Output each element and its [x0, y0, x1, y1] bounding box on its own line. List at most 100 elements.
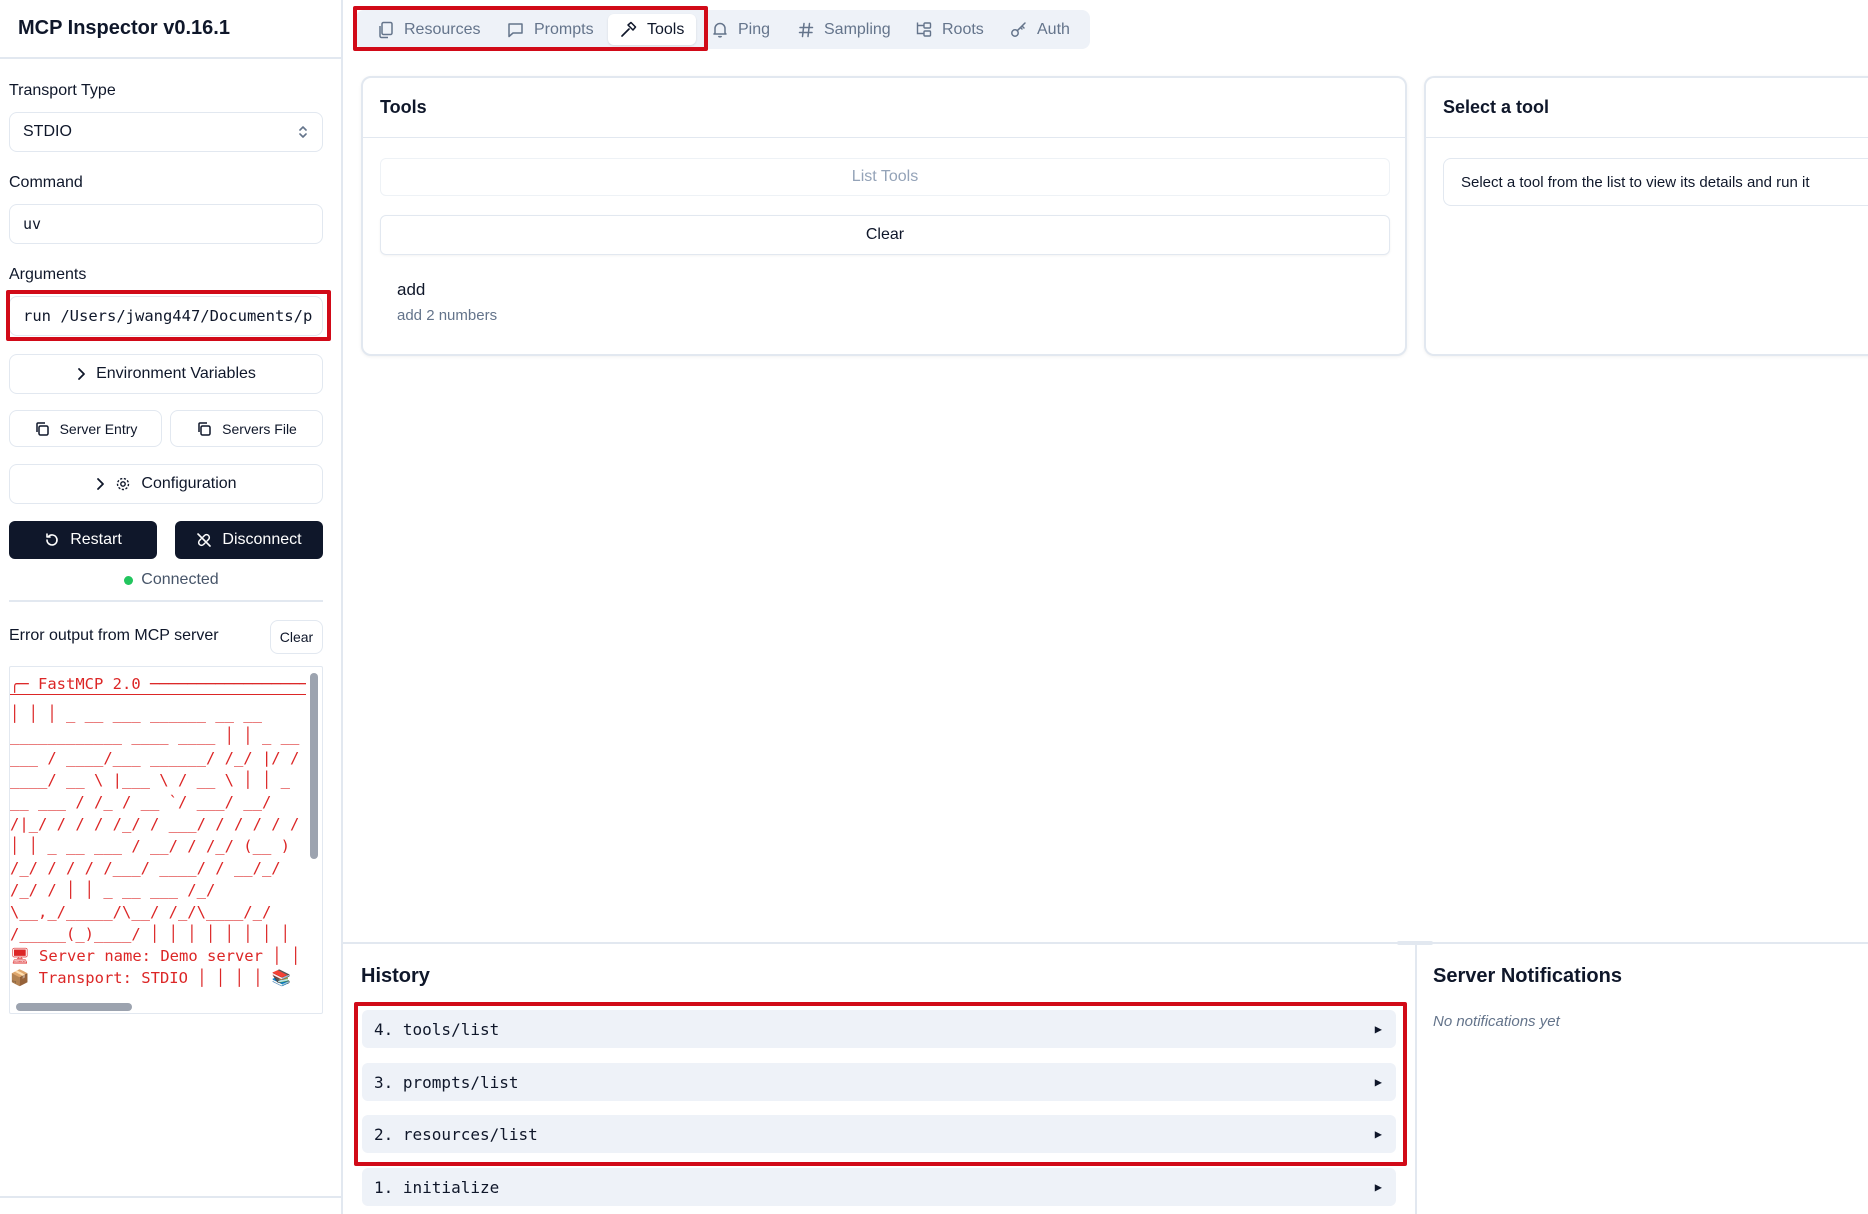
error-output-line: 📦 Transport: STDIO │ │ │ │ 📚: [10, 969, 292, 987]
message-square-icon: [507, 22, 524, 38]
restart-label: Restart: [70, 531, 122, 548]
tab-auth-label: Auth: [1037, 20, 1070, 38]
servers-file-button[interactable]: Servers File: [170, 410, 323, 447]
divider: [9, 600, 323, 602]
clear-error-button[interactable]: Clear: [270, 620, 323, 654]
tab-sampling[interactable]: Sampling: [786, 14, 903, 45]
error-output-title: Error output from MCP server: [9, 627, 219, 644]
tool-description: add 2 numbers: [397, 307, 498, 324]
error-output-line: │ │ │ _ __ ___ ______ __ __: [10, 705, 262, 723]
command-value: uv: [23, 215, 42, 233]
list-tools-label: List Tools: [851, 168, 919, 185]
error-output-line: /_/ / │ │ _ __ ___ /_/: [10, 881, 216, 899]
arguments-label: Arguments: [9, 266, 87, 283]
status-text: Connected: [141, 571, 219, 588]
clear-error-label: Clear: [279, 629, 314, 645]
configuration-label: Configuration: [141, 475, 237, 492]
notifications-empty-text: No notifications yet: [1433, 1013, 1560, 1030]
app-title: MCP Inspector v0.16.1: [18, 17, 230, 39]
clear-tools-label: Clear: [865, 226, 905, 243]
tool-detail-panel: Select a tool Select a tool from the lis…: [1424, 76, 1868, 356]
history-item-label: 1. initialize: [374, 1177, 500, 1197]
error-output-line: ____________ ____ ____ │ │ _ __: [10, 727, 300, 745]
clear-tools-button[interactable]: Clear: [380, 215, 1390, 255]
connection-status: Connected: [0, 571, 343, 589]
tab-roots-label: Roots: [942, 20, 984, 38]
horizontal-scrollbar[interactable]: [16, 1003, 132, 1011]
tab-prompts[interactable]: Prompts: [495, 14, 606, 45]
configuration-button[interactable]: Configuration: [9, 464, 323, 504]
error-output-line: 🖥 Server name: Demo server │ │: [10, 947, 301, 965]
transport-type-label: Transport Type: [9, 82, 116, 99]
transport-type-value: STDIO: [23, 123, 72, 140]
arguments-value: run /Users/jwang447/Documents/p: [23, 307, 313, 325]
error-output-line: \__,_/_____/\__/ /_/\____/_/: [10, 903, 272, 921]
command-label: Command: [9, 174, 83, 191]
tool-detail-hint: Select a tool from the list to view its …: [1461, 173, 1810, 191]
sidebar-bottom-divider: [0, 1196, 341, 1198]
copy-icon: [34, 421, 50, 437]
history-item[interactable]: 4. tools/list ▶: [362, 1010, 1396, 1048]
disconnect-button[interactable]: Disconnect: [175, 521, 323, 559]
server-entry-label: Server Entry: [59, 420, 138, 437]
tool-detail-hint-box: Select a tool from the list to view its …: [1443, 158, 1868, 206]
error-output-line: │ │ _ __ ___ / __/ / /_/ (__ ): [10, 837, 290, 855]
list-tools-button[interactable]: List Tools: [380, 158, 1390, 196]
hammer-icon: [620, 21, 637, 38]
disconnect-label: Disconnect: [222, 531, 302, 548]
tool-item-add[interactable]: add add 2 numbers: [380, 270, 1390, 342]
tab-prompts-label: Prompts: [534, 20, 594, 38]
chevrons-up-down-icon: [298, 124, 308, 140]
tab-roots[interactable]: Roots: [903, 14, 996, 45]
history-item[interactable]: 2. resources/list ▶: [362, 1115, 1396, 1153]
command-input[interactable]: uv: [9, 204, 323, 244]
restart-button[interactable]: Restart: [9, 521, 157, 559]
transport-type-select[interactable]: STDIO: [9, 112, 323, 152]
server-entry-button[interactable]: Server Entry: [9, 410, 162, 447]
gear-icon: [115, 476, 131, 492]
tab-resources-label: Resources: [404, 20, 481, 38]
error-output-line: /_/ / / / /___/ ____/ / __/_/: [10, 859, 281, 877]
tab-ping[interactable]: Ping: [700, 14, 782, 45]
key-icon: [1010, 21, 1027, 38]
history-item-label: 3. prompts/list: [374, 1072, 519, 1092]
environment-variables-button[interactable]: Environment Variables: [9, 354, 323, 394]
history-item-label: 2. resources/list: [374, 1124, 538, 1144]
chevron-right-icon: [95, 477, 105, 491]
tab-sampling-label: Sampling: [824, 20, 891, 38]
bell-icon: [712, 21, 728, 38]
tab-ping-label: Ping: [738, 20, 771, 38]
tools-panel: Tools List Tools Clear add add 2 numbers: [361, 76, 1407, 356]
error-output-line: ____/ __ \ |___ \ / __ \ │ │ _: [10, 771, 290, 789]
vertical-scrollbar[interactable]: [310, 673, 318, 859]
files-icon: [378, 21, 394, 39]
server-notifications-title: Server Notifications: [1433, 965, 1622, 987]
tab-tools[interactable]: Tools: [608, 14, 697, 45]
error-output-line: ___ / ____/___ ______/ /_/ |/ /: [10, 749, 300, 767]
chevron-right-icon: [76, 367, 86, 381]
expand-triangle-icon: ▶: [1374, 1022, 1382, 1036]
folder-tree-icon: [915, 21, 932, 38]
hash-icon: [798, 22, 814, 38]
tab-resources[interactable]: Resources: [366, 14, 492, 45]
rotate-ccw-icon: [44, 532, 60, 548]
arguments-input[interactable]: run /Users/jwang447/Documents/p: [9, 296, 323, 336]
error-output-line: /|_/ / / / /_/ / ___/ / / / / /: [10, 815, 300, 833]
tool-name: add: [397, 280, 426, 299]
vertical-divider: [1415, 944, 1417, 1214]
copy-icon: [196, 421, 212, 437]
error-output-lines: ╭─ FastMCP 2.0 ────────────────── │ │ │ _…: [10, 667, 306, 989]
tab-auth[interactable]: Auth: [998, 14, 1082, 45]
app-title-bar: MCP Inspector v0.16.1: [0, 0, 341, 59]
sidebar: MCP Inspector v0.16.1 Transport Type STD…: [0, 0, 343, 1214]
status-dot: [124, 575, 134, 585]
history-item[interactable]: 3. prompts/list ▶: [362, 1063, 1396, 1101]
bottom-divider: [343, 942, 1868, 944]
expand-triangle-icon: ▶: [1374, 1075, 1382, 1089]
error-output-line: /_____(_)____/ │ │ │ │ │ │ │ │: [10, 925, 290, 943]
unplug-icon: [196, 532, 212, 548]
tool-detail-title: Select a tool: [1426, 78, 1868, 138]
history-item[interactable]: 1. initialize ▶: [362, 1168, 1396, 1206]
error-output-console[interactable]: ╭─ FastMCP 2.0 ────────────────── │ │ │ _…: [9, 666, 323, 1014]
tools-panel-title: Tools: [363, 78, 1405, 138]
